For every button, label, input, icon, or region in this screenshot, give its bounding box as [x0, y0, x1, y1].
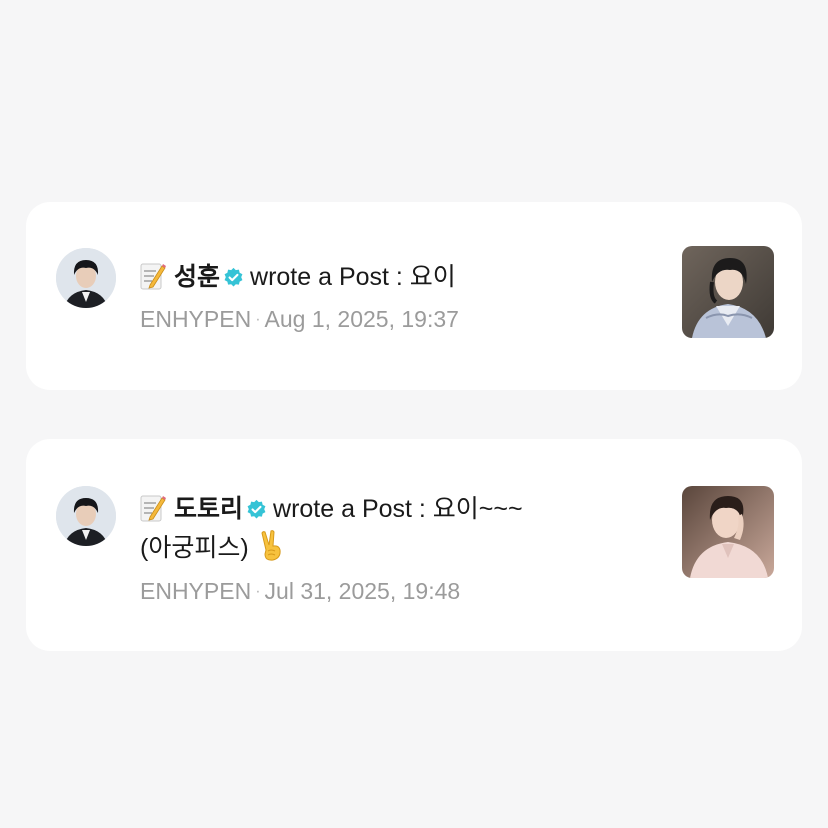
- separator-dot: ·: [255, 583, 261, 600]
- post-thumbnail[interactable]: [682, 486, 774, 578]
- notification-meta: ENHYPEN · Jul 31, 2025, 19:48: [140, 578, 682, 605]
- victory-hand-icon: [257, 530, 285, 562]
- notification-title: 도토리 wrote a Post : 요이~~~: [140, 490, 682, 528]
- action-text: wrote a Post : 요이: [250, 263, 456, 291]
- post-thumbnail[interactable]: [682, 246, 774, 338]
- timestamp: Aug 1, 2025, 19:37: [264, 306, 459, 332]
- verified-badge-icon: [223, 261, 244, 287]
- avatar[interactable]: [56, 486, 116, 546]
- notification-content: 도토리 wrote a Post : 요이~~~ (아궁피스) ENHYPEN ·…: [140, 490, 682, 605]
- memo-icon: [140, 493, 166, 523]
- notification-content: 성훈 wrote a Post : 요이 ENHYPEN · Aug 1, 2025…: [140, 258, 682, 333]
- notification-card[interactable]: 도토리 wrote a Post : 요이~~~ (아궁피스) ENHYPEN ·…: [26, 439, 802, 651]
- author-name[interactable]: 성훈: [174, 263, 220, 291]
- action-text: wrote a Post : 요이~~~: [273, 495, 523, 523]
- memo-icon: [140, 261, 166, 291]
- timestamp: Jul 31, 2025, 19:48: [264, 578, 461, 604]
- notification-title-continued: (아궁피스): [140, 528, 682, 568]
- avatar[interactable]: [56, 248, 116, 308]
- author-name[interactable]: 도토리: [174, 495, 243, 523]
- action-text-continued: (아궁피스): [140, 534, 249, 562]
- notification-meta: ENHYPEN · Aug 1, 2025, 19:37: [140, 306, 682, 333]
- group-name: ENHYPEN: [140, 306, 252, 332]
- avatar-photo: [56, 248, 116, 308]
- verified-badge-icon: [246, 493, 267, 519]
- notification-card[interactable]: 성훈 wrote a Post : 요이 ENHYPEN · Aug 1, 2025…: [26, 202, 802, 390]
- avatar-photo: [56, 486, 116, 546]
- separator-dot: ·: [255, 311, 261, 328]
- group-name: ENHYPEN: [140, 578, 252, 604]
- notification-title: 성훈 wrote a Post : 요이: [140, 258, 682, 296]
